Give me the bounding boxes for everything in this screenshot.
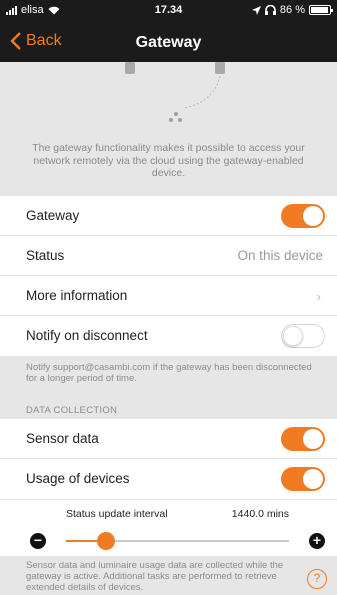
status-row: Status On this device: [0, 236, 337, 276]
interval-slider[interactable]: [66, 532, 289, 550]
network-diagram-icon: [125, 62, 225, 122]
usage-of-devices-row: Usage of devices: [0, 459, 337, 499]
status-label: Status: [26, 248, 65, 263]
page-title: Gateway: [135, 34, 202, 51]
gateway-toggle[interactable]: [281, 204, 325, 228]
data-collection-group: Sensor data Usage of devices: [0, 419, 337, 499]
headphones-icon: [264, 5, 276, 15]
battery-icon: [309, 5, 333, 15]
notify-label: Notify on disconnect: [26, 328, 148, 343]
battery-percent: 86 %: [279, 4, 305, 16]
notify-note: Notify support@casambi.com if the gatewa…: [26, 362, 312, 384]
gateway-description: The gateway functionality makes it possi…: [32, 142, 305, 179]
interval-value: 1440.0 mins: [231, 508, 289, 520]
data-collection-footnote: Sensor data and luminaire usage data are…: [26, 560, 284, 593]
gateway-label: Gateway: [26, 208, 80, 223]
slider-thumb[interactable]: [97, 532, 116, 550]
sensor-data-row: Sensor data: [0, 419, 337, 459]
notify-row: Notify on disconnect: [0, 316, 337, 356]
decrease-interval-button[interactable]: −: [30, 533, 46, 549]
usage-of-devices-label: Usage of devices: [26, 471, 130, 486]
gateway-settings-group: Gateway Status On this device More infor…: [0, 196, 337, 356]
notify-toggle[interactable]: [281, 324, 325, 348]
sensor-data-toggle[interactable]: [281, 427, 325, 451]
more-information-label: More information: [26, 288, 128, 303]
status-bar: elisa 17.34 86 %: [0, 0, 337, 20]
status-value: On this device: [237, 248, 323, 263]
gateway-row: Gateway: [0, 196, 337, 236]
location-icon: [251, 5, 261, 15]
chevron-right-icon: ›: [316, 289, 321, 304]
help-button[interactable]: ?: [307, 569, 327, 589]
more-information-row[interactable]: More information ›: [0, 276, 337, 316]
increase-interval-button[interactable]: +: [309, 533, 325, 549]
section-header-data-collection: DATA COLLECTION: [26, 405, 118, 416]
top-bar: elisa 17.34 86 % Back Gateway: [0, 0, 337, 62]
status-update-interval: Status update interval 1440.0 mins − +: [0, 500, 337, 556]
usage-of-devices-toggle[interactable]: [281, 467, 325, 491]
sensor-data-label: Sensor data: [26, 431, 99, 446]
navigation-bar: Back Gateway: [0, 28, 337, 60]
interval-label: Status update interval: [66, 508, 168, 520]
gateway-illustration: [0, 62, 337, 132]
